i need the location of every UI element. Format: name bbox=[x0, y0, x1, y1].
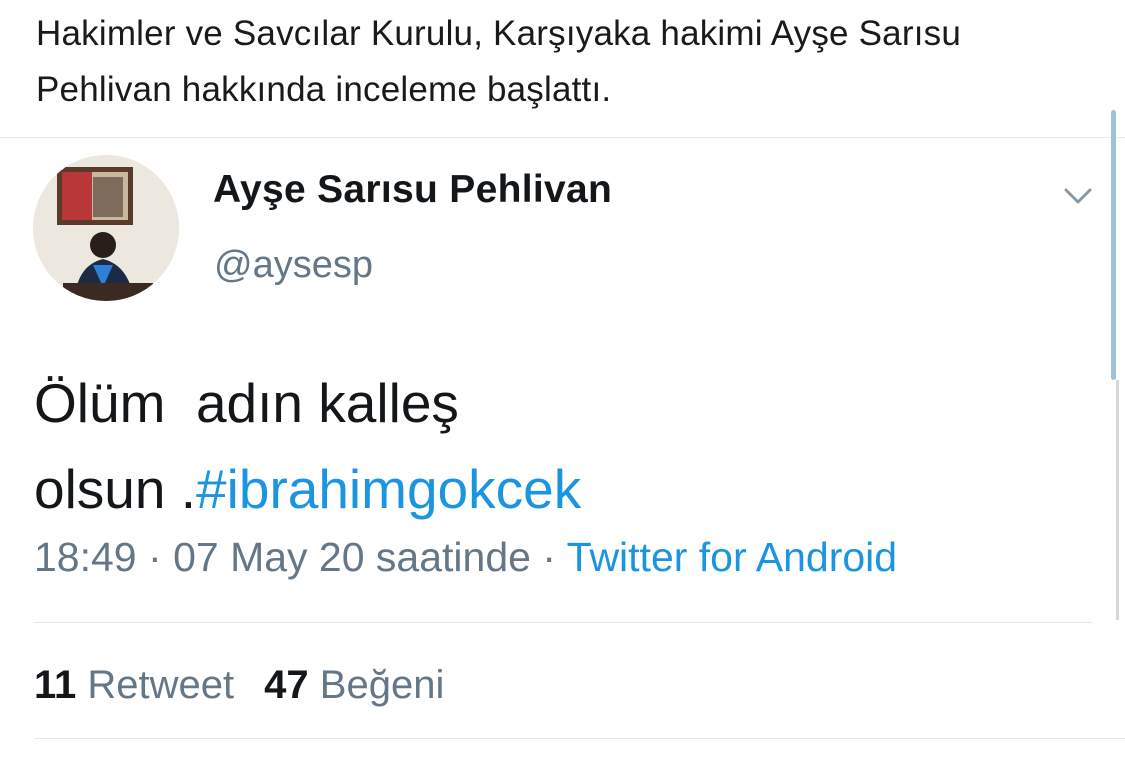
tweet-date[interactable]: 07 May 20 saatinde bbox=[173, 534, 531, 580]
retweet-count: 11 bbox=[34, 663, 77, 707]
retweet-label: Retweet bbox=[87, 663, 235, 707]
author-handle[interactable]: @aysesp bbox=[214, 244, 373, 287]
tweet-meta: 18:49 · 07 May 20 saatinde · Twitter for… bbox=[34, 534, 897, 581]
tweet-text-line-2: olsun .#ibrahimgokcek bbox=[34, 446, 1034, 532]
chevron-down-icon[interactable] bbox=[1058, 180, 1098, 210]
tweet-time[interactable]: 18:49 bbox=[34, 534, 137, 580]
like-label: Beğeni bbox=[319, 663, 445, 707]
bottom-divider bbox=[34, 738, 1125, 739]
like-count: 47 bbox=[264, 663, 309, 707]
meta-separator: · bbox=[148, 534, 162, 580]
scrollbar-edge bbox=[1116, 380, 1119, 620]
tweet-card[interactable]: Ayşe Sarısu Pehlivan @aysesp Ölüm adın k… bbox=[0, 138, 1125, 763]
news-headline: Hakimler ve Savcılar Kurulu, Karşıyaka h… bbox=[36, 14, 961, 109]
stats-divider bbox=[34, 622, 1092, 623]
page: Hakimler ve Savcılar Kurulu, Karşıyaka h… bbox=[0, 0, 1125, 763]
author-name[interactable]: Ayşe Sarısu Pehlivan bbox=[213, 168, 612, 212]
tweet-text-prefix: olsun . bbox=[34, 458, 197, 520]
retweet-stat[interactable]: 11 Retweet bbox=[34, 663, 234, 707]
tweet-text-line-1: Ölüm adın kalleş bbox=[34, 372, 459, 434]
like-stat[interactable]: 47 Beğeni bbox=[264, 663, 444, 707]
scrollbar[interactable] bbox=[1111, 110, 1116, 380]
tweet-source-link[interactable]: Twitter for Android bbox=[567, 534, 897, 580]
tweet-stats: 11 Retweet 47 Beğeni bbox=[34, 663, 444, 708]
avatar[interactable] bbox=[33, 155, 179, 301]
meta-separator: · bbox=[542, 534, 556, 580]
tweet-text: Ölüm adın kalleş olsun .#ibrahimgokcek bbox=[34, 360, 1034, 532]
hashtag-link[interactable]: #ibrahimgokcek bbox=[196, 458, 581, 520]
avatar-photo bbox=[33, 155, 179, 301]
